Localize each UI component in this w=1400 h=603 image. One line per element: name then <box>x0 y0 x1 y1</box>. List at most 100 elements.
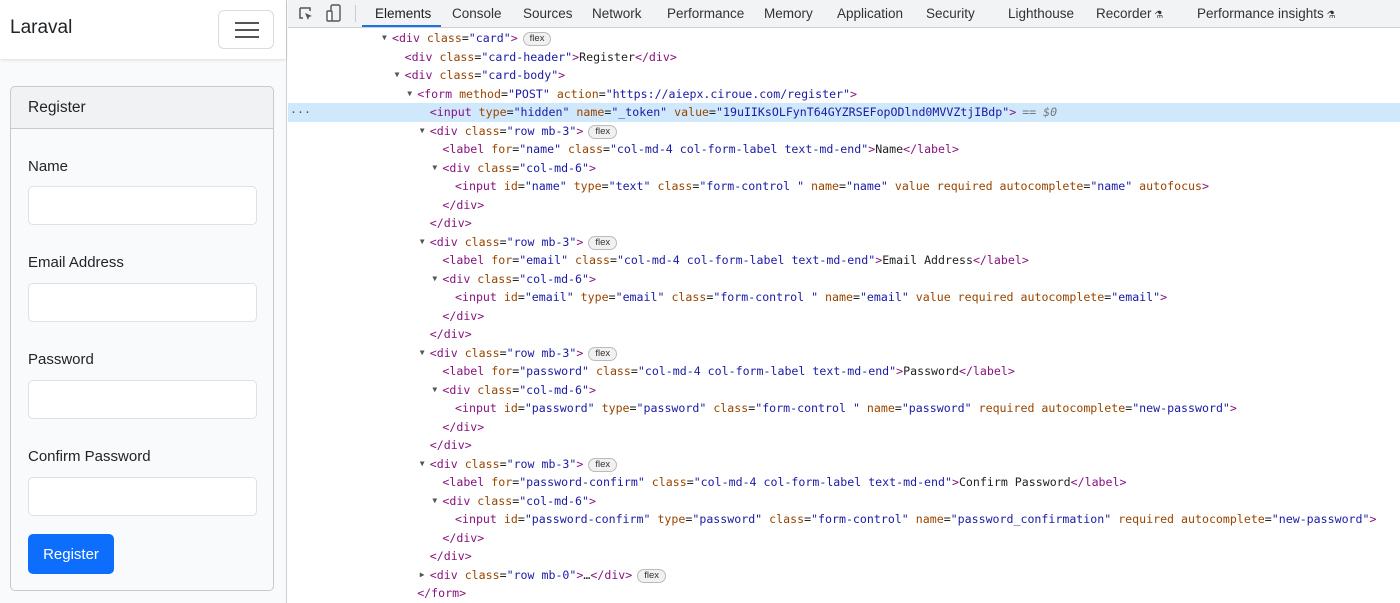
brand-link[interactable]: Laraval <box>10 17 72 39</box>
page-preview: Laraval Register Name Email Address Pass… <box>0 0 287 603</box>
dom-node[interactable]: <input id="name" type="text" class="form… <box>288 177 1400 196</box>
collapse-triangle-icon[interactable]: ▼ <box>420 455 425 474</box>
tab-performance[interactable]: Performance <box>667 6 744 21</box>
node-markup: </div> <box>429 327 472 341</box>
dom-node[interactable]: </div> <box>288 196 1400 215</box>
tab-label: Security <box>926 6 975 21</box>
collapse-triangle-icon[interactable]: ▼ <box>420 344 425 363</box>
node-markup: <input id="name" type="text" class="form… <box>455 179 1209 193</box>
node-row-content: <input id="name" type="text" class="form… <box>455 177 1209 196</box>
dom-node[interactable]: ▼ <div class="col-md-6"> <box>288 492 1400 511</box>
dom-node[interactable]: </div> <box>288 547 1400 566</box>
tab-console[interactable]: Console <box>452 6 502 21</box>
flex-badge[interactable]: flex <box>588 124 618 139</box>
dom-node[interactable]: </div> <box>288 214 1400 233</box>
dom-node[interactable]: </div> <box>288 418 1400 437</box>
node-row-content: <div class="row mb-3"> flex <box>430 455 618 474</box>
tab-lighthouse[interactable]: Lighthouse <box>1008 6 1074 21</box>
tab-elements[interactable]: Elements <box>375 6 431 21</box>
flex-badge[interactable]: flex <box>588 346 618 361</box>
dom-node[interactable]: ▼ <div class="card-body"> <box>288 66 1400 85</box>
dom-node[interactable]: <div class="card-header">Register</div> <box>288 48 1400 67</box>
inspect-element-icon[interactable] <box>298 6 314 22</box>
expand-triangle-icon[interactable]: ▶ <box>420 566 425 585</box>
flex-badge[interactable]: flex <box>522 32 552 46</box>
dom-node[interactable]: ▼ <div class="row mb-3"> flex <box>288 455 1400 474</box>
password-input[interactable] <box>28 380 257 419</box>
collapse-triangle-icon[interactable]: ▼ <box>395 66 400 85</box>
tab-recorder[interactable]: Recorder ⚗ <box>1096 6 1163 21</box>
dom-node[interactable]: </form> <box>288 584 1400 603</box>
toolbar-divider <box>355 5 356 22</box>
dom-node[interactable]: ▼ <div class="col-md-6"> <box>288 159 1400 178</box>
tab-performance-insights[interactable]: Performance insights ⚗ <box>1197 6 1336 21</box>
node-markup: <label for="email" class="col-md-4 col-f… <box>442 253 1029 267</box>
node-row-content: </div> <box>430 214 472 233</box>
dom-node[interactable]: <input id="password-confirm" type="passw… <box>288 510 1400 529</box>
node-markup: <div class="row mb-3"> <box>429 123 584 138</box>
hamburger-icon-bar <box>235 29 259 31</box>
tab-application[interactable]: Application <box>837 6 903 21</box>
active-tab-indicator <box>362 25 441 27</box>
dom-node[interactable]: </div> <box>288 307 1400 326</box>
dom-node[interactable]: <label for="password" class="col-md-4 co… <box>288 362 1400 381</box>
email-input[interactable] <box>28 283 257 322</box>
dom-node[interactable]: ▼ <div class="row mb-3"> flex <box>288 233 1400 252</box>
dom-node-selected[interactable]: ··· <input type="hidden" name="_token" va… <box>288 103 1400 122</box>
dom-node[interactable]: ▼ <div class="row mb-3"> flex <box>288 122 1400 141</box>
dom-node[interactable]: ▼ <div class="col-md-6"> <box>288 381 1400 400</box>
navbar-toggler-button[interactable] <box>218 10 274 49</box>
dom-node[interactable]: </div> <box>288 436 1400 455</box>
dom-node[interactable]: <input id="password" type="password" cla… <box>288 399 1400 418</box>
node-row-content: </div> <box>430 547 472 566</box>
collapse-triangle-icon[interactable]: ▼ <box>420 122 425 141</box>
dom-node[interactable]: <label for="password-confirm" class="col… <box>288 473 1400 492</box>
node-markup: </div> <box>442 530 485 545</box>
confirm-password-input[interactable] <box>28 477 257 516</box>
tab-security[interactable]: Security <box>926 6 975 21</box>
node-markup: <label for="name" class="col-md-4 col-fo… <box>442 142 959 156</box>
node-markup: </form> <box>417 586 467 600</box>
dom-node[interactable]: </div> <box>288 325 1400 344</box>
register-button[interactable]: Register <box>28 534 114 574</box>
collapse-triangle-icon[interactable]: ▼ <box>432 381 437 400</box>
dom-node[interactable]: </div> <box>288 529 1400 548</box>
name-input[interactable] <box>28 186 257 225</box>
dom-node[interactable]: <input id="email" type="email" class="fo… <box>288 288 1400 307</box>
dom-node[interactable]: ▼ <div class="col-md-6"> <box>288 270 1400 289</box>
collapse-triangle-icon[interactable]: ▼ <box>432 159 437 178</box>
collapse-triangle-icon[interactable]: ▼ <box>382 29 387 48</box>
tab-label: Performance <box>667 6 745 21</box>
tab-sources[interactable]: Sources <box>523 6 573 21</box>
node-markup: <input id="password" type="password" cla… <box>455 401 1237 415</box>
dom-node[interactable]: ▼ <div class="row mb-3"> flex <box>288 344 1400 363</box>
collapse-triangle-icon[interactable]: ▼ <box>432 270 437 289</box>
more-options-icon[interactable]: ··· <box>290 103 311 122</box>
node-markup: <input id="email" type="email" class="fo… <box>455 290 1168 304</box>
dom-node[interactable]: ▼ <form method="POST" action="https://aie… <box>288 85 1400 104</box>
dom-node[interactable]: <label for="email" class="col-md-4 col-f… <box>288 251 1400 270</box>
flex-badge[interactable]: flex <box>637 568 667 583</box>
device-toggle-icon[interactable] <box>326 4 342 23</box>
tab-memory[interactable]: Memory <box>764 6 813 21</box>
node-row-content: <div class="row mb-3"> flex <box>429 122 618 141</box>
dom-node[interactable]: ▼ <div class="card"> flex <box>288 29 1400 48</box>
node-row-content: </div> <box>430 436 472 455</box>
collapse-triangle-icon[interactable]: ▼ <box>432 492 437 511</box>
collapse-triangle-icon[interactable]: ▼ <box>407 85 412 104</box>
dom-node[interactable]: <label for="name" class="col-md-4 col-fo… <box>288 140 1400 159</box>
node-row-content: <input id="password-confirm" type="passw… <box>455 510 1377 529</box>
hamburger-icon-bar <box>235 36 259 38</box>
node-markup: <label for="password" class="col-md-4 co… <box>442 364 1015 378</box>
dom-node[interactable]: ▶ <div class="row mb-0">…</div> flex <box>288 566 1400 585</box>
node-row-content: <div class="col-md-6"> <box>442 159 596 178</box>
node-markup: <div class="card-header">Register</div> <box>404 49 677 64</box>
node-row-content: </div> <box>442 307 484 326</box>
flex-badge[interactable]: flex <box>588 457 618 472</box>
collapse-triangle-icon[interactable]: ▼ <box>420 233 425 252</box>
node-markup: <div class="card-body"> <box>404 68 566 82</box>
flex-badge[interactable]: flex <box>588 235 618 250</box>
node-row-content: </form> <box>417 584 466 603</box>
tab-network[interactable]: Network <box>592 6 642 21</box>
experimental-flask-icon: ⚗ <box>1151 10 1164 21</box>
